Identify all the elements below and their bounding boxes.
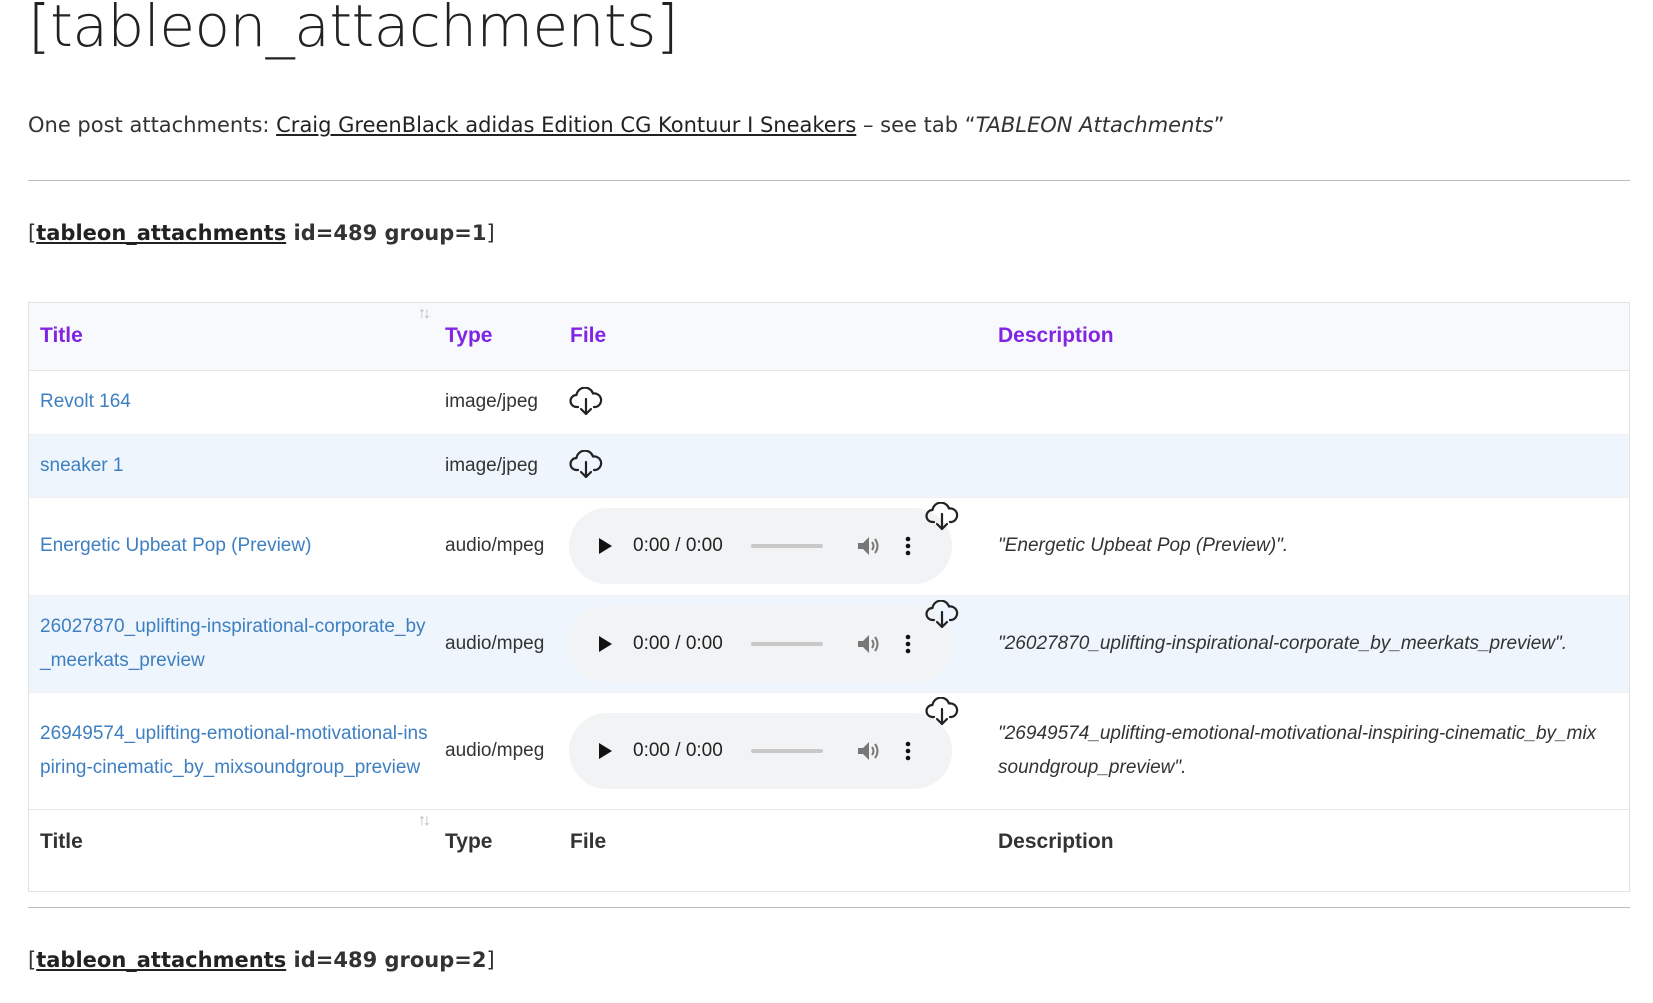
attachment-title-link[interactable]: Revolt 164	[40, 391, 131, 412]
title-cell: 26027870_uplifting-inspirational-corpora…	[29, 594, 434, 692]
audio-player[interactable]: 0:00 / 0:00	[569, 508, 952, 584]
intro-prefix: One post attachments:	[28, 113, 277, 137]
table-row: sneaker 1 image/jpeg	[29, 433, 1629, 497]
audio-progress-slider[interactable]	[751, 748, 823, 753]
more-vertical-icon[interactable]	[905, 536, 911, 556]
type-cell: audio/mpeg	[434, 594, 559, 692]
page: [tableon_attachments] One post attachmen…	[0, 0, 1653, 1003]
intro-text: One post attachments: Craig GreenBlack a…	[28, 113, 1224, 137]
footer-header-description: Description	[987, 808, 1629, 875]
product-link[interactable]: Craig GreenBlack adidas Edition CG Kontu…	[276, 113, 856, 137]
divider	[28, 907, 1630, 908]
shortcode-link[interactable]: tableon_attachments	[36, 948, 286, 972]
table-row: 26027870_uplifting-inspirational-corpora…	[29, 594, 1629, 692]
description-cell	[987, 369, 1629, 434]
file-cell: 0:00 / 0:00	[559, 496, 987, 595]
attachment-title-link[interactable]: sneaker 1	[40, 455, 123, 476]
type-cell: image/jpeg	[434, 369, 559, 434]
column-header-file: File	[559, 303, 987, 371]
shortcode-group-2: [tableon_attachments id=489 group=2]	[28, 948, 495, 972]
file-cell	[559, 369, 987, 434]
intro-suffix: ”	[1213, 113, 1225, 137]
audio-progress-slider[interactable]	[751, 544, 823, 548]
type-cell: image/jpeg	[434, 433, 559, 497]
title-cell: Revolt 164	[29, 369, 434, 434]
attachments-table: Title ↑↓ Type File Description Revolt 164…	[28, 302, 1630, 892]
more-vertical-icon[interactable]	[905, 741, 911, 761]
description-cell: "26027870_uplifting-inspirational-corpor…	[987, 594, 1629, 692]
cloud-download-icon[interactable]	[925, 599, 959, 630]
intro-tab-name: TABLEON Attachments	[975, 113, 1214, 137]
column-header-title[interactable]: Title ↑↓	[29, 303, 434, 371]
type-cell: audio/mpeg	[434, 691, 559, 809]
play-icon[interactable]	[595, 741, 615, 761]
shortcode-link[interactable]: tableon_attachments	[36, 221, 286, 245]
shortcode-group-1: [tableon_attachments id=489 group=1]	[28, 221, 495, 245]
audio-player[interactable]: 0:00 / 0:00	[569, 712, 952, 789]
attachment-title-link[interactable]: 26027870_uplifting-inspirational-corpora…	[40, 616, 426, 671]
table-footer-row: Title ↑↓ Type File Description	[29, 808, 1629, 875]
title-cell: 26949574_uplifting-emotional-motivationa…	[29, 691, 434, 809]
cloud-download-icon[interactable]	[925, 501, 959, 532]
audio-time: 0:00 / 0:00	[633, 535, 723, 556]
type-cell: audio/mpeg	[434, 496, 559, 595]
table-row: 26949574_uplifting-emotional-motivationa…	[29, 691, 1629, 809]
page-title: [tableon_attachments]	[28, 0, 679, 60]
column-header-description: Description	[987, 303, 1629, 371]
file-cell: 0:00 / 0:00	[559, 691, 987, 809]
intro-middle: – see tab “	[856, 113, 976, 137]
footer-header-type: Type	[434, 808, 559, 875]
attachment-title-link[interactable]: 26949574_uplifting-emotional-motivationa…	[40, 723, 428, 778]
audio-player[interactable]: 0:00 / 0:00	[569, 605, 952, 682]
description-cell	[987, 433, 1629, 497]
file-cell: 0:00 / 0:00	[559, 594, 987, 692]
sort-arrows-icon[interactable]: ↑↓	[418, 812, 431, 830]
title-cell: Energetic Upbeat Pop (Preview)	[29, 496, 434, 595]
column-header-type: Type	[434, 303, 559, 371]
table-header-row: Title ↑↓ Type File Description	[29, 303, 1629, 371]
cloud-download-icon[interactable]	[569, 386, 603, 417]
cloud-download-icon[interactable]	[569, 450, 603, 480]
audio-time: 0:00 / 0:00	[633, 632, 723, 654]
play-icon[interactable]	[595, 634, 615, 654]
description-cell: "26949574_uplifting-emotional-motivation…	[987, 691, 1629, 809]
file-cell	[559, 433, 987, 497]
title-cell: sneaker 1	[29, 433, 434, 497]
table-row: Energetic Upbeat Pop (Preview) audio/mpe…	[29, 496, 1629, 595]
footer-header-title[interactable]: Title ↑↓	[29, 808, 434, 875]
audio-time: 0:00 / 0:00	[633, 739, 723, 761]
play-icon[interactable]	[595, 536, 615, 556]
sort-arrows-icon[interactable]: ↑↓	[418, 305, 431, 323]
more-vertical-icon[interactable]	[905, 634, 911, 654]
audio-progress-slider[interactable]	[751, 641, 823, 646]
table-row: Revolt 164 image/jpeg	[29, 369, 1629, 434]
footer-header-file: File	[559, 808, 987, 875]
description-cell: "Energetic Upbeat Pop (Preview)".	[987, 496, 1629, 595]
volume-icon[interactable]	[855, 739, 881, 763]
volume-icon[interactable]	[855, 534, 881, 558]
cloud-download-icon[interactable]	[925, 696, 959, 727]
volume-icon[interactable]	[855, 632, 881, 656]
attachment-title-link[interactable]: Energetic Upbeat Pop (Preview)	[40, 535, 311, 556]
divider	[28, 180, 1630, 181]
